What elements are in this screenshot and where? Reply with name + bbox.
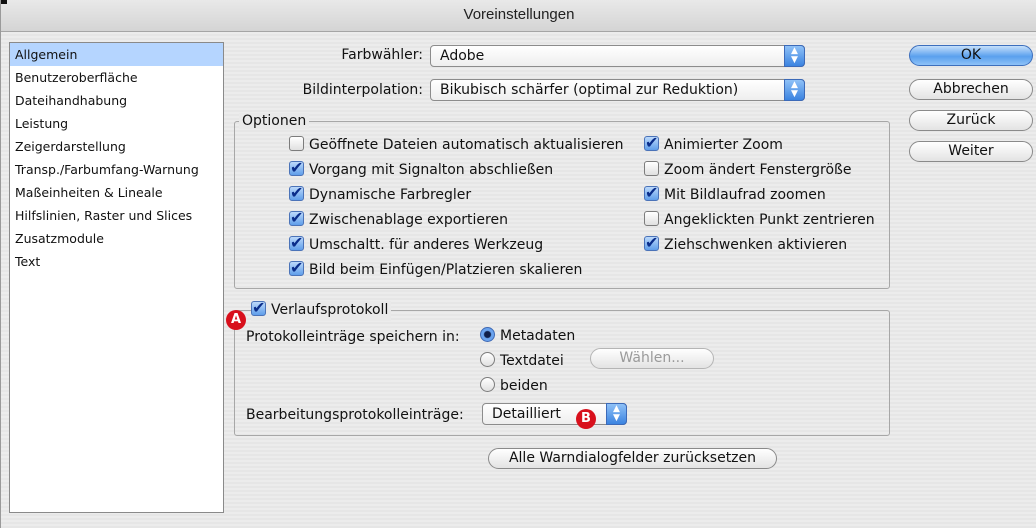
option-zoom-resizes-window[interactable]: Zoom ändert Fenstergröße: [644, 160, 851, 181]
option-resize-on-place[interactable]: ✔ Bild beim Einfügen/Platzieren skalieren: [289, 259, 582, 281]
window-title: Voreinstellungen: [463, 6, 575, 23]
reset-warnings-button[interactable]: Alle Warndialogfelder zurücksetzen: [488, 448, 777, 469]
checkbox-checked-icon[interactable]: ✔: [289, 259, 304, 276]
edit-log-label: Bearbeitungsprotokolleinträge:: [246, 407, 464, 423]
sidebar-item-masseinheiten[interactable]: Maßeinheiten & Lineale: [10, 181, 223, 204]
sidebar-item-transparenz[interactable]: Transp./Farbumfang-Warnung: [10, 158, 223, 181]
checkbox-checked-icon[interactable]: ✔: [251, 299, 266, 316]
option-center-clicked-point[interactable]: Angeklickten Punkt zentrieren: [644, 210, 875, 231]
save-log-label: Protokolleinträge speichern in:: [246, 329, 460, 345]
checkbox-checked-icon[interactable]: ✔: [289, 209, 304, 226]
sidebar-item-text[interactable]: Text: [10, 250, 223, 273]
option-auto-update[interactable]: Geöffnete Dateien automatisch aktualisie…: [289, 135, 624, 156]
cancel-button[interactable]: Abbrechen: [909, 79, 1033, 100]
sidebar-item-hilfslinien[interactable]: Hilfslinien, Raster und Slices: [10, 204, 223, 227]
title-bar: Voreinstellungen: [1, 0, 1036, 32]
option-animated-zoom[interactable]: ✔ Animierter Zoom: [644, 134, 783, 156]
next-button[interactable]: Weiter: [909, 141, 1033, 162]
interpolation-value: Bikubisch schärfer (optimal zur Reduktio…: [440, 82, 739, 98]
preferences-window: Voreinstellungen Allgemein Benutzeroberf…: [0, 0, 1036, 528]
color-picker-popup[interactable]: Adobe ▲ ▼: [430, 45, 805, 67]
history-log-checkbox[interactable]: ✔ Verlaufsprotokoll: [251, 299, 392, 321]
checkbox-icon[interactable]: [289, 135, 304, 151]
checkbox-checked-icon[interactable]: ✔: [644, 134, 659, 151]
checkbox-checked-icon[interactable]: ✔: [644, 234, 659, 251]
option-signal-tone[interactable]: ✔ Vorgang mit Signalton abschließen: [289, 159, 553, 181]
option-export-clipboard[interactable]: ✔ Zwischenablage exportieren: [289, 209, 508, 231]
radio-icon[interactable]: [480, 351, 495, 367]
sidebar-item-zeigerdarstellung[interactable]: Zeigerdarstellung: [10, 135, 223, 158]
option-dynamic-sliders[interactable]: ✔ Dynamische Farbregler: [289, 184, 471, 206]
marker-b-icon: B: [576, 409, 596, 429]
edit-log-value: Detailliert: [492, 406, 561, 422]
interpolation-popup[interactable]: Bikubisch schärfer (optimal zur Reduktio…: [430, 79, 805, 101]
radio-metadata[interactable]: Metadaten: [480, 326, 575, 347]
radio-icon[interactable]: [480, 376, 495, 392]
checkbox-checked-icon[interactable]: ✔: [289, 184, 304, 201]
checkbox-checked-icon[interactable]: ✔: [289, 234, 304, 251]
sidebar-item-dateihandhabung[interactable]: Dateihandhabung: [10, 89, 223, 112]
sidebar-item-allgemein[interactable]: Allgemein: [10, 43, 223, 66]
option-tool-switch[interactable]: ✔ Umschaltt. für anderes Werkzeug: [289, 234, 543, 256]
popup-stepper-icon: ▲ ▼: [606, 403, 627, 425]
sidebar-item-zusatzmodule[interactable]: Zusatzmodule: [10, 227, 223, 250]
interpolation-label: Bildinterpolation:: [302, 82, 423, 98]
category-list[interactable]: Allgemein Benutzeroberfläche Dateihandha…: [9, 42, 224, 513]
radio-selected-icon[interactable]: [480, 326, 495, 342]
radio-both[interactable]: beiden: [480, 376, 548, 397]
choose-file-button[interactable]: Wählen...: [590, 348, 714, 369]
radio-textfile[interactable]: Textdatei: [480, 351, 564, 372]
option-flick-panning[interactable]: ✔ Ziehschwenken aktivieren: [644, 234, 847, 256]
options-legend: Optionen: [239, 113, 310, 129]
color-picker-value: Adobe: [440, 48, 485, 64]
color-picker-label: Farbwähler:: [341, 47, 423, 63]
checkbox-icon[interactable]: [644, 160, 659, 176]
corner-mark: [1, 0, 7, 4]
checkbox-checked-icon[interactable]: ✔: [644, 184, 659, 201]
marker-a-icon: A: [226, 310, 246, 330]
popup-stepper-icon: ▲ ▼: [784, 79, 805, 101]
edit-log-popup[interactable]: Detailliert ▲ ▼: [482, 403, 627, 425]
checkbox-icon[interactable]: [644, 210, 659, 226]
option-scroll-wheel-zoom[interactable]: ✔ Mit Bildlaufrad zoomen: [644, 184, 826, 206]
sidebar-item-leistung[interactable]: Leistung: [10, 112, 223, 135]
checkbox-checked-icon[interactable]: ✔: [289, 159, 304, 176]
sidebar-item-benutzeroberflaeche[interactable]: Benutzeroberfläche: [10, 66, 223, 89]
popup-stepper-icon: ▲ ▼: [784, 45, 805, 67]
back-button[interactable]: Zurück: [909, 110, 1033, 131]
ok-button[interactable]: OK: [909, 45, 1033, 66]
